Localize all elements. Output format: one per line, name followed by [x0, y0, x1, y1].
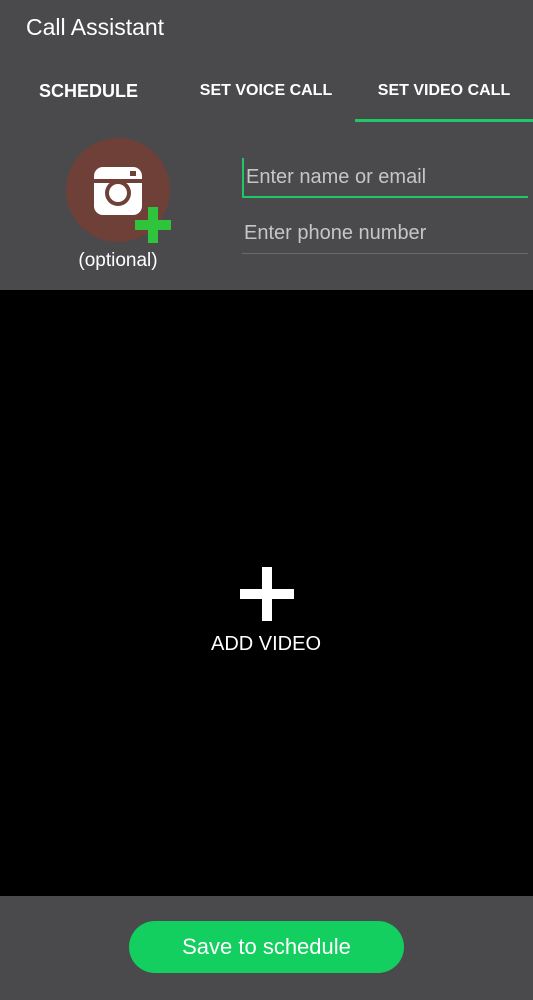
- tab-schedule[interactable]: SCHEDULE: [0, 60, 177, 122]
- save-to-schedule-button[interactable]: Save to schedule: [129, 921, 404, 973]
- tab-set-voice-call-label: SET VOICE CALL: [199, 82, 333, 99]
- name-or-email-input[interactable]: [242, 158, 528, 198]
- selected-tab-indicator: [355, 119, 533, 122]
- tab-set-video-call-label: SET VIDEO CALL: [377, 82, 511, 99]
- tab-schedule-label: SCHEDULE: [38, 80, 138, 101]
- call-assistant-screen: Call Assistant SCHEDULE SET VOICE CALL S…: [0, 0, 533, 1000]
- phone-number-input[interactable]: [242, 214, 528, 254]
- add-video-label: ADD VIDEO: [210, 633, 322, 655]
- contact-photo-picker[interactable]: [66, 138, 171, 243]
- plus-icon: [240, 567, 294, 621]
- photo-optional-label: (optional): [78, 250, 158, 271]
- tab-set-voice-call[interactable]: SET VOICE CALL: [177, 60, 355, 122]
- tab-bar: SCHEDULE SET VOICE CALL SET VIDEO CALL: [0, 60, 533, 122]
- add-photo-plus-icon: [135, 207, 171, 243]
- app-title: Call Assistant: [26, 14, 165, 40]
- app-bar: Call Assistant: [0, 0, 533, 56]
- tab-set-video-call[interactable]: SET VIDEO CALL: [355, 60, 533, 122]
